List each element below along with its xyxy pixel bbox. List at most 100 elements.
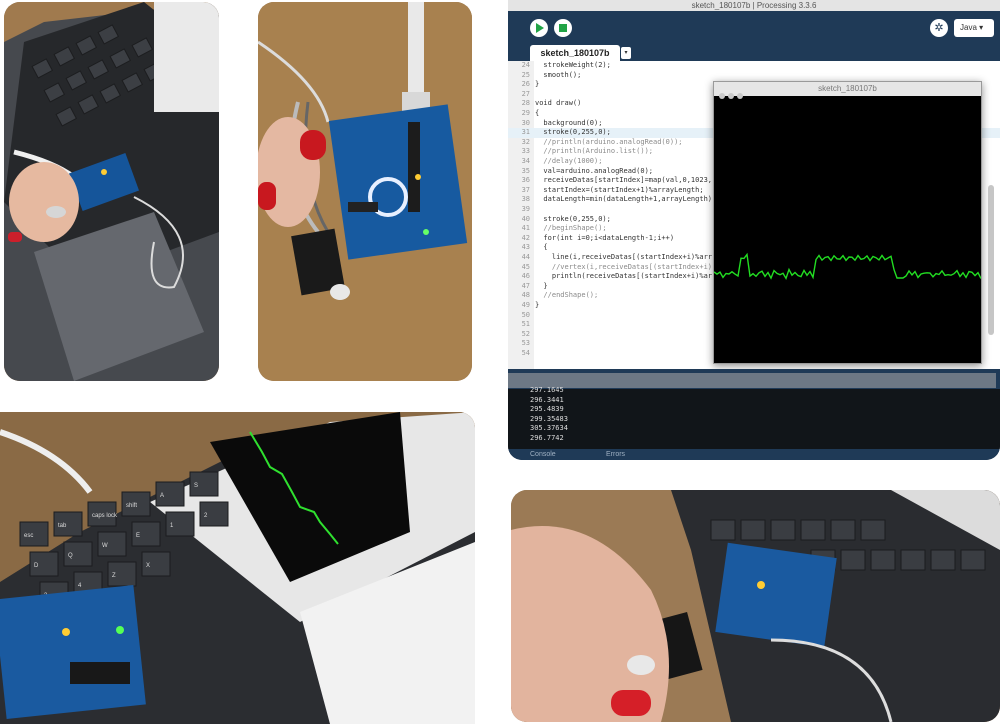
chevron-down-icon: ▾ bbox=[979, 23, 984, 32]
code-text: println(receiveDatas[(startIndex+i)%ar bbox=[535, 272, 713, 281]
line-number: 37 bbox=[521, 185, 530, 194]
line-number: 52 bbox=[521, 329, 530, 338]
keyboard-key: Z bbox=[107, 561, 137, 587]
line-number: 32 bbox=[521, 137, 530, 146]
svg-text:X: X bbox=[146, 563, 150, 569]
keyboard-key: E bbox=[131, 521, 161, 547]
code-text: { bbox=[535, 243, 548, 252]
line-number: 24 bbox=[521, 61, 530, 69]
keyboard-key: tab bbox=[53, 511, 83, 537]
line-number: 43 bbox=[521, 243, 530, 252]
svg-text:shift: shift bbox=[126, 503, 137, 509]
stop-button[interactable] bbox=[554, 19, 572, 37]
code-text: } bbox=[535, 80, 540, 89]
line-number: 36 bbox=[521, 176, 530, 185]
photo-laptop-arduino bbox=[4, 2, 219, 381]
processing-ide-window: sketch_180107b | Processing 3.3.6 ✲ Java… bbox=[508, 0, 1000, 460]
keyboard-key: 2 bbox=[199, 501, 229, 527]
mode-select[interactable]: Java ▾ bbox=[954, 19, 994, 37]
code-text: //endShape(); bbox=[535, 291, 599, 300]
svg-text:A: A bbox=[160, 493, 164, 499]
code-text: receiveDatas[startIndex]=map(val,0,1023, bbox=[535, 176, 713, 185]
line-number: 40 bbox=[521, 214, 530, 223]
code-text: //println(Arduino.list()); bbox=[535, 147, 654, 156]
line-number: 48 bbox=[521, 291, 530, 300]
line-number: 42 bbox=[521, 233, 530, 242]
code-line: 25 smooth(); bbox=[508, 71, 1000, 81]
debug-icon[interactable]: ✲ bbox=[930, 19, 948, 37]
code-text: { bbox=[535, 109, 540, 117]
svg-text:W: W bbox=[102, 543, 108, 549]
svg-text:E: E bbox=[136, 533, 140, 539]
code-text: //delay(1000); bbox=[535, 157, 603, 165]
tab-menu-arrow-icon[interactable]: ▾ bbox=[621, 47, 631, 59]
code-text: startIndex=(startIndex+1)%arrayLength; bbox=[535, 185, 704, 194]
sensor-signal-plot bbox=[714, 252, 981, 280]
svg-text:esc: esc bbox=[24, 533, 33, 539]
console-tab[interactable]: Console bbox=[530, 451, 556, 458]
code-text: for(int i=0;i<dataLength-1;i++) bbox=[535, 233, 675, 242]
keyboard-key: X bbox=[141, 551, 171, 577]
ide-window-title: sketch_180107b | Processing 3.3.6 bbox=[508, 0, 1000, 11]
keyboard-key: S bbox=[189, 471, 219, 497]
sketch-output-window: sketch_180107b bbox=[713, 81, 982, 364]
photo-hand-sensor bbox=[511, 490, 1000, 722]
code-text: smooth(); bbox=[535, 70, 582, 79]
code-text: //println(arduino.analogRead(0)); bbox=[535, 137, 683, 146]
console-line: 295.4839 bbox=[530, 405, 564, 414]
errors-tab[interactable]: Errors bbox=[606, 451, 625, 458]
line-number: 30 bbox=[521, 118, 530, 127]
keyboard-key: A bbox=[155, 481, 185, 507]
run-button[interactable] bbox=[530, 19, 548, 37]
line-number: 51 bbox=[521, 320, 530, 329]
line-number: 50 bbox=[521, 310, 530, 319]
code-text: } bbox=[535, 301, 540, 309]
keyboard-key: caps lock bbox=[87, 501, 118, 527]
line-number: 53 bbox=[521, 339, 530, 348]
photo-arduino-uno-sensor bbox=[258, 2, 472, 381]
keyboard-key: 1 bbox=[165, 511, 195, 537]
line-number: 54 bbox=[521, 349, 530, 357]
svg-text:caps lock: caps lock bbox=[92, 513, 118, 519]
console-output: 297.1645 296.3441 295.4839 299.35483 305.376… bbox=[508, 386, 1000, 449]
line-number: 31 bbox=[521, 128, 530, 137]
line-number: 45 bbox=[521, 262, 530, 271]
line-number: 38 bbox=[521, 195, 530, 204]
editor-scrollbar[interactable] bbox=[988, 185, 994, 335]
code-text: val=arduino.analogRead(0); bbox=[535, 166, 654, 175]
keyboard-key: W bbox=[97, 531, 127, 557]
keyboard-key: Q bbox=[63, 541, 93, 567]
keyboard-key: esc bbox=[19, 521, 49, 547]
code-text: dataLength=min(dataLength+1,arrayLength) bbox=[535, 195, 713, 204]
svg-text:Z: Z bbox=[112, 573, 116, 579]
code-text: background(0); bbox=[535, 118, 603, 127]
code-text: //beginShape(); bbox=[535, 224, 607, 233]
code-text: stroke(0,255,0); bbox=[535, 128, 611, 137]
svg-text:D: D bbox=[34, 563, 39, 569]
line-number: 44 bbox=[521, 253, 530, 261]
console-line: 299.35483 bbox=[530, 414, 568, 423]
horizontal-scrollbar[interactable] bbox=[508, 373, 996, 388]
line-number: 26 bbox=[521, 80, 530, 89]
ide-tabbar: sketch_180107b ▾ bbox=[508, 45, 1000, 61]
line-number: 49 bbox=[521, 301, 530, 309]
code-text: strokeWeight(2); bbox=[535, 61, 611, 69]
signal-line bbox=[714, 252, 981, 280]
tab-sketch[interactable]: sketch_180107b bbox=[530, 45, 620, 61]
code-text: //vertex(i,receiveDatas[(startIndex+i) bbox=[535, 262, 713, 271]
line-number: 25 bbox=[521, 70, 530, 79]
sketch-window-title: sketch_180107b bbox=[714, 82, 981, 96]
console-line: 305.37634 bbox=[530, 424, 568, 433]
line-number: 34 bbox=[521, 157, 530, 165]
code-text: line(i,receiveDatas[(startIndex+i)%arr bbox=[535, 253, 713, 261]
code-text: void draw() bbox=[535, 99, 582, 108]
svg-text:Q: Q bbox=[68, 553, 73, 559]
line-number: 29 bbox=[521, 109, 530, 117]
mode-label: Java bbox=[960, 23, 977, 32]
code-text: stroke(0,255,0); bbox=[535, 214, 611, 223]
svg-text:tab: tab bbox=[58, 523, 67, 529]
keyboard-key: D bbox=[29, 551, 59, 577]
line-number: 41 bbox=[521, 224, 530, 233]
svg-text:S: S bbox=[194, 483, 198, 489]
line-number: 33 bbox=[521, 147, 530, 156]
